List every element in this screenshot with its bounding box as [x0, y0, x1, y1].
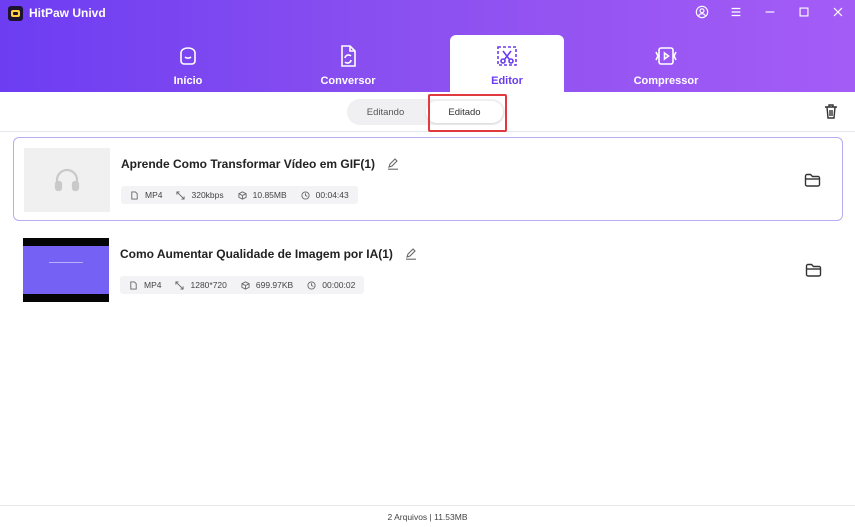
- format-value: MP4: [145, 190, 163, 200]
- close-icon[interactable]: [821, 0, 855, 24]
- tab-inicio[interactable]: Início: [130, 35, 246, 92]
- main-tabs: Início Conversor Editor Compressor: [130, 35, 768, 92]
- clock-icon: [307, 280, 316, 290]
- app-title-bar: HitPaw Univd: [8, 4, 106, 22]
- format-value: MP4: [144, 280, 162, 290]
- video-frame-preview: [23, 246, 109, 294]
- headphone-icon: [54, 168, 80, 192]
- meta-duration: 00:00:02: [307, 280, 355, 290]
- file-icon: [130, 280, 137, 290]
- scissors-frame-icon: [497, 46, 517, 66]
- app-logo-icon: [8, 5, 23, 21]
- compress-video-icon: [655, 47, 677, 65]
- box-icon: [238, 190, 247, 200]
- meta-size: 10.85MB: [238, 190, 287, 200]
- quality-value: 320kbps: [191, 190, 224, 200]
- quality-value: 1280*720: [190, 280, 227, 290]
- size-value: 10.85MB: [252, 190, 287, 200]
- tab-label: Conversor: [320, 75, 376, 87]
- meta-duration: 00:04:43: [301, 190, 349, 200]
- meta-size: 699.97KB: [241, 280, 293, 290]
- window-controls: [685, 0, 855, 24]
- account-icon[interactable]: [685, 0, 719, 24]
- file-summary: 2 Arquivos | 11.53MB: [387, 511, 468, 522]
- tab-conversor[interactable]: Conversor: [246, 35, 450, 92]
- tab-editor[interactable]: Editor: [450, 35, 564, 92]
- tab-label: Editor: [491, 75, 523, 87]
- meta-format: MP4: [130, 190, 162, 200]
- resize-arrows-icon: [175, 280, 185, 290]
- file-name-row: Aprende Como Transformar Vídeo em GIF(1): [121, 157, 399, 171]
- edit-pencil-icon[interactable]: [387, 158, 399, 170]
- segment-editando[interactable]: Editando: [347, 99, 424, 125]
- status-footer: 2 Arquivos | 11.53MB: [0, 505, 855, 527]
- file-name: Como Aumentar Qualidade de Imagem por IA…: [120, 247, 393, 261]
- file-card[interactable]: Aprende Como Transformar Vídeo em GIF(1)…: [13, 137, 843, 221]
- maximize-icon[interactable]: [787, 0, 821, 24]
- edit-pencil-icon[interactable]: [405, 248, 417, 260]
- file-thumbnail: [24, 148, 110, 212]
- trash-icon[interactable]: [822, 102, 840, 120]
- tab-label: Compressor: [633, 75, 699, 87]
- home-smile-icon: [180, 47, 196, 65]
- resize-arrows-icon: [176, 190, 186, 200]
- selection-highlight-box: [428, 94, 507, 132]
- minimize-icon[interactable]: [753, 0, 787, 24]
- file-thumbnail: [23, 238, 109, 302]
- meta-format: MP4: [129, 280, 161, 290]
- duration-value: 00:04:43: [315, 190, 349, 200]
- file-icon: [131, 190, 138, 200]
- size-value: 699.97KB: [255, 280, 294, 290]
- tab-label: Início: [173, 75, 203, 87]
- box-icon: [241, 280, 250, 290]
- open-folder-icon[interactable]: [804, 173, 821, 188]
- file-name: Aprende Como Transformar Vídeo em GIF(1): [121, 157, 376, 171]
- meta-quality: 1280*720: [175, 280, 227, 290]
- clock-icon: [301, 190, 310, 200]
- duration-value: 00:00:02: [322, 280, 356, 290]
- app-title: HitPaw Univd: [29, 6, 106, 20]
- open-folder-icon[interactable]: [805, 263, 822, 278]
- file-name-row: Como Aumentar Qualidade de Imagem por IA…: [120, 247, 417, 261]
- app-header: HitPaw Univd Início Conversor Editor Com…: [0, 0, 855, 92]
- meta-quality: 320kbps: [176, 190, 224, 200]
- file-meta: MP4 1280*720 699.97KB 00:00:02: [120, 276, 365, 294]
- file-card[interactable]: Como Aumentar Qualidade de Imagem por IA…: [13, 228, 843, 312]
- tab-compressor[interactable]: Compressor: [564, 35, 768, 92]
- file-meta: MP4 320kbps 10.85MB 00:04:43: [121, 186, 358, 204]
- convert-file-icon: [341, 45, 356, 67]
- menu-icon[interactable]: [719, 0, 753, 24]
